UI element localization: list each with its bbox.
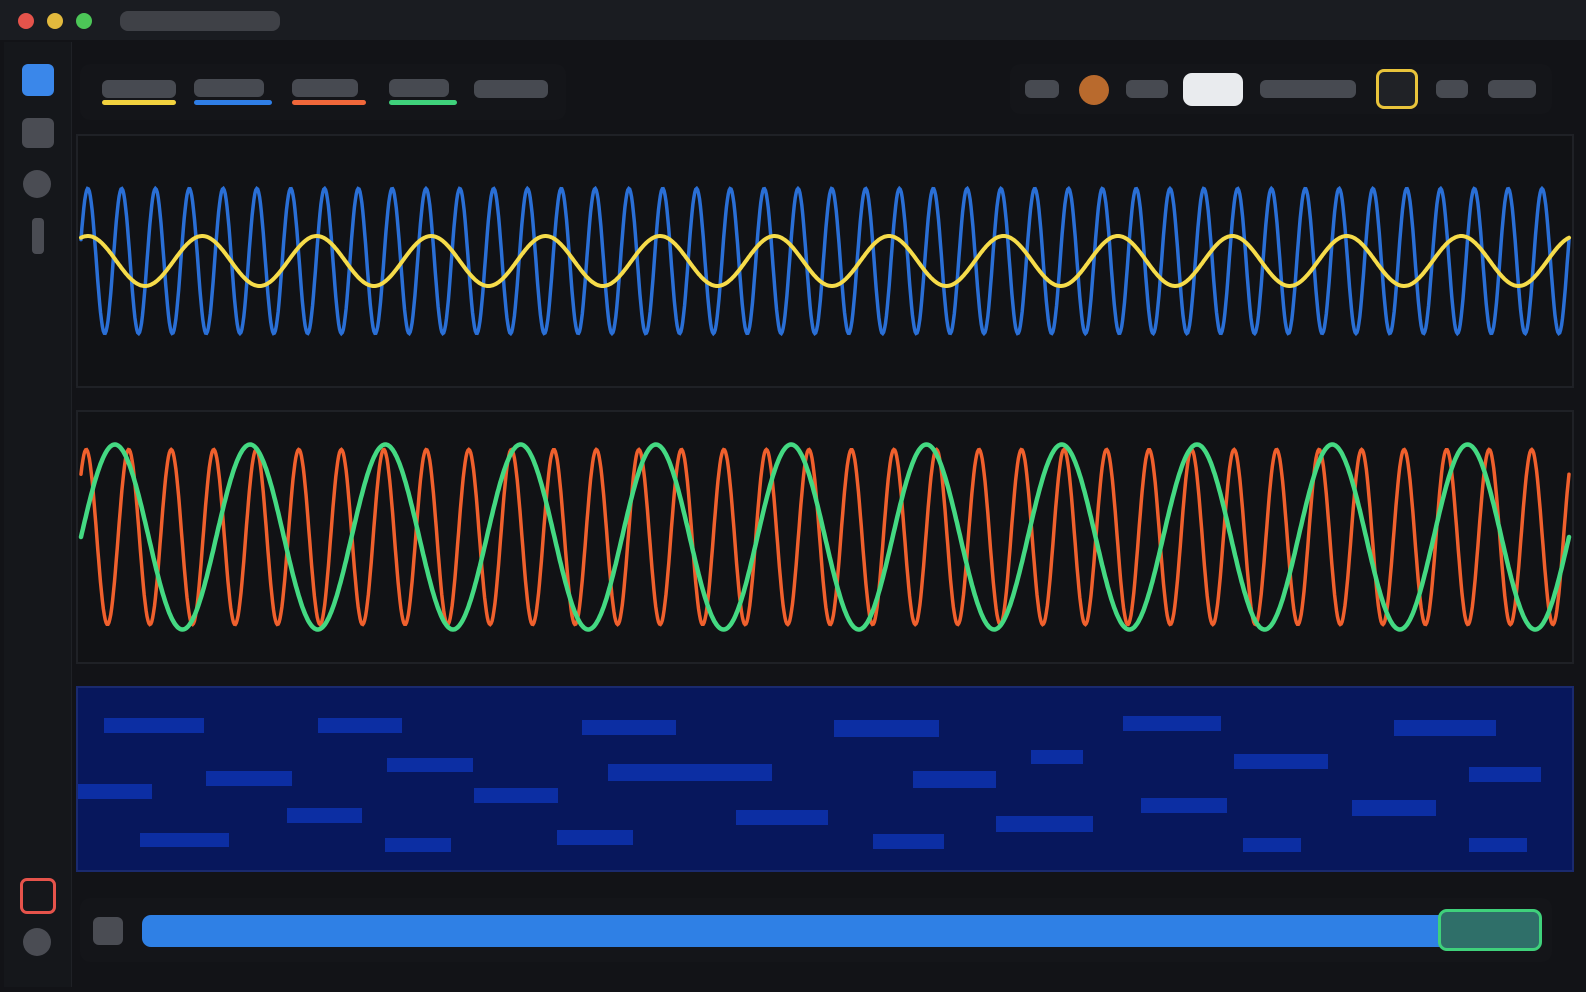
- toolbar-active-button[interactable]: [1183, 73, 1243, 106]
- toolbar-button-3[interactable]: [1436, 80, 1468, 98]
- sidebar-item-circle-icon[interactable]: [23, 170, 51, 198]
- midi-note-block[interactable]: [736, 810, 828, 825]
- midi-note-block[interactable]: [385, 838, 451, 852]
- midi-note-block[interactable]: [557, 830, 633, 845]
- toolbar-focused-button[interactable]: [1376, 69, 1418, 109]
- tab-underline-blue: [194, 100, 272, 105]
- tab-channel-blue[interactable]: [194, 79, 264, 97]
- zoom-window-icon[interactable]: [76, 13, 92, 29]
- midi-note-block[interactable]: [582, 720, 676, 735]
- blue-waveform-line: [79, 185, 1571, 337]
- toolbar-display-field[interactable]: [1260, 80, 1356, 98]
- waveform-lane-2-plot: [78, 442, 1572, 632]
- midi-note-block[interactable]: [834, 720, 939, 737]
- minimize-window-icon[interactable]: [47, 13, 63, 29]
- tab-underline-yellow: [102, 100, 176, 105]
- window-title-placeholder: [120, 11, 280, 31]
- toolbar-button-1[interactable]: [1025, 80, 1059, 98]
- midi-note-block[interactable]: [287, 808, 362, 823]
- midi-note-block[interactable]: [1243, 838, 1301, 852]
- midi-note-block[interactable]: [387, 758, 473, 772]
- tab-channel-extra[interactable]: [474, 80, 548, 98]
- piano-roll-lane[interactable]: [76, 686, 1574, 872]
- waveform-lane-2[interactable]: [76, 410, 1574, 664]
- scrubber-settings-icon[interactable]: [93, 917, 123, 945]
- toolbar-button-4[interactable]: [1488, 80, 1536, 98]
- midi-note-block[interactable]: [474, 788, 558, 803]
- tab-channel-yellow[interactable]: [102, 80, 176, 98]
- midi-note-block[interactable]: [1394, 720, 1496, 736]
- sidebar-item-bar-icon[interactable]: [32, 218, 44, 254]
- piano-roll-grid: [78, 716, 1541, 852]
- midi-note-block[interactable]: [140, 833, 229, 847]
- midi-note-block[interactable]: [1352, 800, 1436, 816]
- close-window-icon[interactable]: [18, 13, 34, 29]
- midi-note-block[interactable]: [318, 718, 402, 733]
- record-toggle-icon[interactable]: [1079, 75, 1109, 105]
- midi-note-block[interactable]: [1469, 767, 1541, 782]
- midi-note-block[interactable]: [1123, 716, 1221, 731]
- sidebar-item-square-icon[interactable]: [22, 118, 54, 148]
- midi-note-block[interactable]: [104, 718, 204, 733]
- sidebar-item-active-square-icon[interactable]: [22, 64, 54, 96]
- midi-note-block[interactable]: [608, 764, 772, 781]
- midi-note-block[interactable]: [1469, 838, 1527, 852]
- tab-underline-green: [389, 100, 457, 105]
- midi-note-block[interactable]: [1234, 754, 1328, 769]
- record-icon[interactable]: [20, 878, 56, 914]
- title-bar: [0, 0, 1586, 40]
- toolbar-button-2[interactable]: [1126, 80, 1168, 98]
- tab-underline-orange: [292, 100, 366, 105]
- midi-note-block[interactable]: [913, 771, 996, 788]
- midi-note-block[interactable]: [996, 816, 1093, 832]
- midi-note-block[interactable]: [873, 834, 944, 849]
- app-window: [0, 0, 1586, 992]
- waveform-lane-1-plot: [79, 185, 1571, 337]
- tab-channel-green[interactable]: [389, 79, 449, 97]
- timeline-track[interactable]: [142, 915, 1538, 947]
- midi-note-block[interactable]: [78, 784, 152, 799]
- midi-note-block[interactable]: [1031, 750, 1083, 764]
- timeline-thumb[interactable]: [1438, 909, 1542, 951]
- waveform-lane-1[interactable]: [76, 134, 1574, 388]
- sidebar-bottom-circle-icon[interactable]: [23, 928, 51, 956]
- tab-channel-orange[interactable]: [292, 79, 358, 97]
- midi-note-block[interactable]: [1141, 798, 1227, 813]
- midi-note-block[interactable]: [206, 771, 292, 786]
